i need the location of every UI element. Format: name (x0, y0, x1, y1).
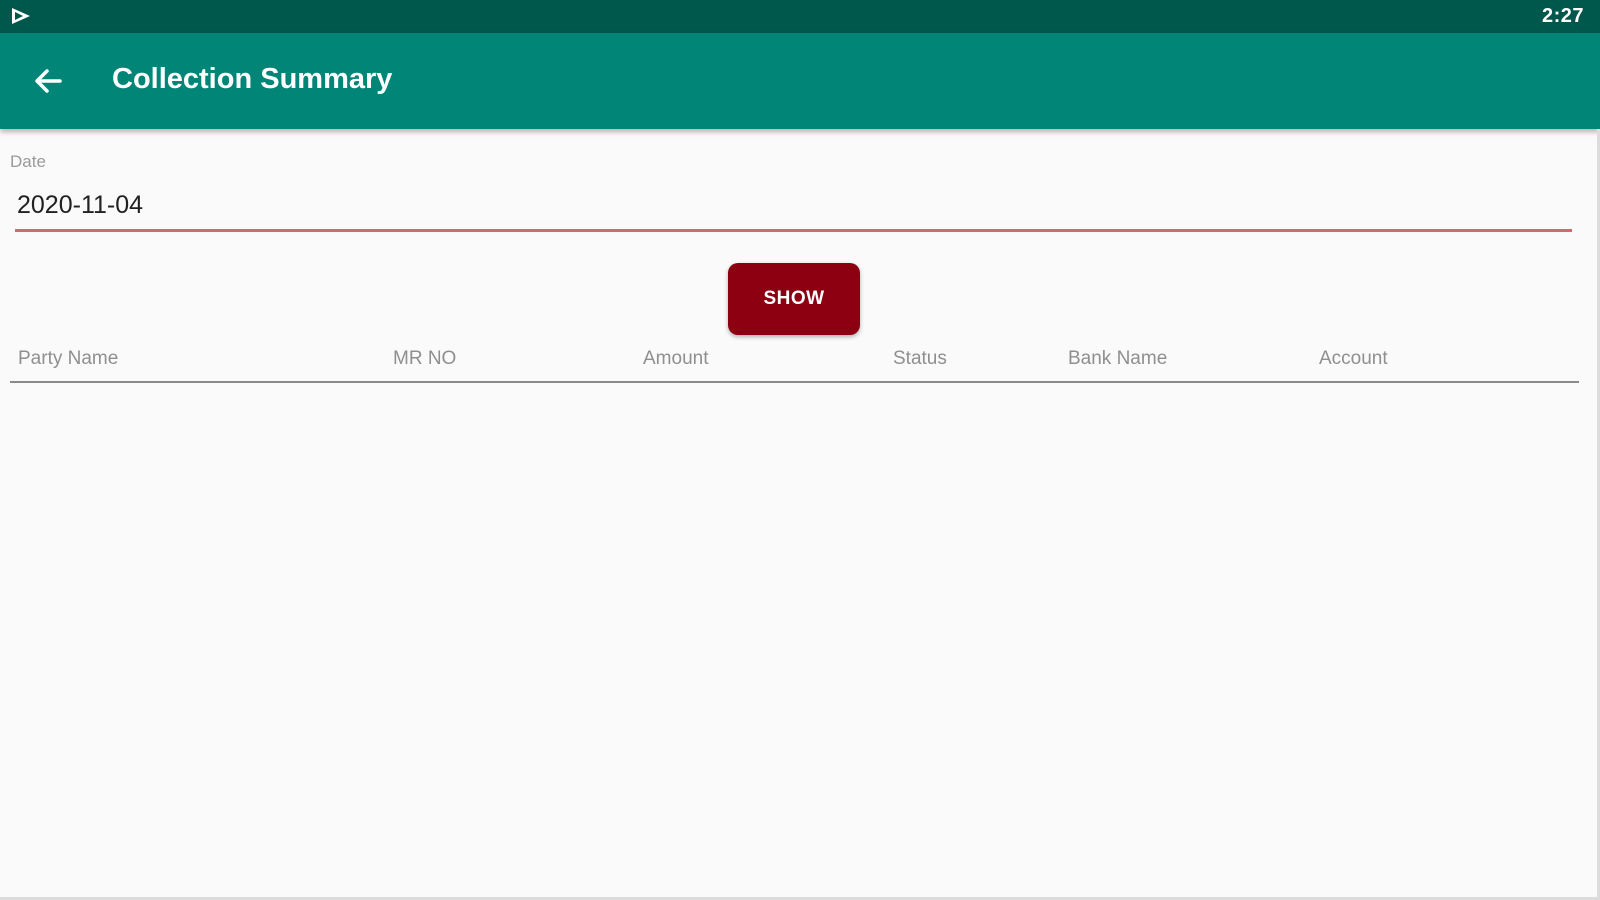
column-header-amount: Amount (643, 348, 709, 369)
status-bar: 2:27 (0, 0, 1600, 33)
play-store-icon (12, 8, 30, 24)
page-title: Collection Summary (112, 63, 393, 95)
date-input[interactable] (15, 188, 1572, 232)
date-label: Date (10, 152, 46, 171)
show-button[interactable]: SHOW (728, 263, 860, 335)
collection-summary-screen: 2:27 Collection Summary Date SHOW Party … (0, 0, 1600, 900)
status-time: 2:27 (1541, 5, 1584, 27)
column-header-account: Account (1319, 348, 1388, 369)
back-arrow-icon[interactable] (26, 59, 70, 103)
column-header-party-name: Party Name (18, 348, 119, 369)
column-header-bank-name: Bank Name (1068, 348, 1168, 369)
app-bar: Collection Summary (0, 33, 1600, 129)
table-header: Party Name MR NO Amount Status Bank Name… (10, 345, 1579, 383)
column-header-status: Status (893, 348, 947, 369)
column-header-mr-no: MR NO (393, 348, 457, 369)
